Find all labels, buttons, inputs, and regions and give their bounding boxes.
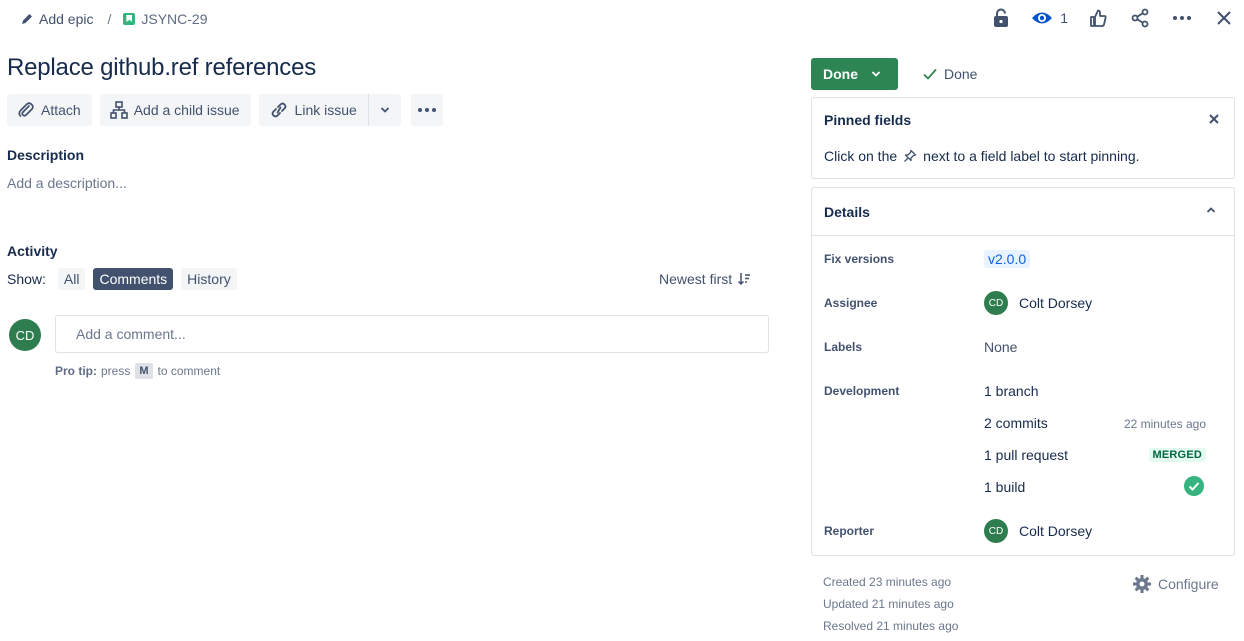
dev-branch-link[interactable]: 1 branch <box>984 383 1038 399</box>
eye-icon <box>1032 12 1053 24</box>
labels-label: Labels <box>824 340 863 354</box>
pro-tip-label: Pro tip: <box>55 364 97 378</box>
issue-toolbar: Attach Add a child issue Link issue <box>7 94 451 126</box>
sort-order-button[interactable]: Newest first <box>659 271 751 287</box>
thumbs-up-icon[interactable] <box>1086 6 1110 30</box>
configure-label: Configure <box>1158 576 1219 592</box>
success-check-icon <box>1184 476 1204 496</box>
configure-button[interactable]: Configure <box>1132 574 1219 594</box>
dev-build-link[interactable]: 1 build <box>984 479 1025 495</box>
issue-actions: 1 <box>971 6 1236 30</box>
link-icon <box>271 102 286 118</box>
hierarchy-icon <box>109 101 128 119</box>
description-field[interactable]: Add a description... <box>7 175 127 191</box>
pinned-hint: Click on the next to a field label to st… <box>824 148 1140 164</box>
chevron-up-icon <box>1206 207 1216 213</box>
chevron-down-icon <box>380 107 389 113</box>
show-label: Show: <box>7 271 46 287</box>
paperclip-icon <box>18 102 34 117</box>
description-heading: Description <box>7 147 85 163</box>
commits-timestamp: 22 minutes ago <box>1123 417 1206 431</box>
avatar: CD <box>9 319 41 351</box>
reporter-label: Reporter <box>824 524 875 538</box>
assignee-name: Colt Dorsey <box>1019 295 1093 311</box>
fix-versions-value[interactable]: v2.0.0 <box>984 250 1031 268</box>
more-icon[interactable] <box>1170 6 1194 30</box>
add-epic-link[interactable]: Add epic <box>39 11 93 27</box>
details-heading: Details <box>824 204 870 220</box>
story-icon <box>123 13 136 25</box>
pro-tip: Pro tip: press M to comment <box>55 363 220 379</box>
labels-value[interactable]: None <box>984 339 1017 355</box>
development-label: Development <box>824 384 900 398</box>
link-issue-dropdown[interactable] <box>367 94 401 126</box>
status-label: Done <box>823 66 858 82</box>
shortcut-key: M <box>135 363 153 379</box>
reporter-value[interactable]: CD Colt Dorsey <box>984 519 1092 543</box>
add-child-issue-button[interactable]: Add a child issue <box>99 94 251 126</box>
check-icon <box>923 68 937 80</box>
dev-commits-link[interactable]: 2 commits <box>984 415 1048 431</box>
sort-icon <box>738 273 751 286</box>
pinned-text-post: next to a field label to start pinning. <box>923 148 1140 164</box>
resolution: Done <box>922 66 977 82</box>
filter-comments[interactable]: Comments <box>93 268 174 290</box>
details-panel: Details Fix versions v2.0.0 Assignee CD … <box>811 187 1235 556</box>
more-icon <box>417 108 436 112</box>
activity-filter: Show: All Comments History <box>7 268 245 290</box>
gear-icon <box>1133 575 1151 593</box>
pinned-text-pre: Click on the <box>824 148 898 164</box>
close-icon[interactable] <box>1208 113 1220 125</box>
version-lozenge[interactable]: v2.0.0 <box>984 250 1031 268</box>
pinned-heading: Pinned fields <box>824 112 912 128</box>
issue-title[interactable]: Replace github.ref references <box>7 54 316 82</box>
merged-badge: MERGED <box>1148 448 1206 462</box>
link-issue-label: Link issue <box>294 102 357 118</box>
watch-button[interactable]: 1 <box>1031 10 1068 26</box>
status-button[interactable]: Done <box>811 58 898 90</box>
reporter-name: Colt Dorsey <box>1019 523 1093 539</box>
assignee-value[interactable]: CD Colt Dorsey <box>984 291 1092 315</box>
resolved-timestamp: Resolved 21 minutes ago <box>823 619 959 633</box>
assignee-label: Assignee <box>824 296 878 310</box>
comment-input[interactable]: Add a comment... <box>55 315 769 353</box>
filter-all[interactable]: All <box>57 268 86 290</box>
lock-icon[interactable] <box>989 6 1013 30</box>
pencil-icon <box>22 14 32 24</box>
chevron-down-icon <box>871 71 881 77</box>
share-icon[interactable] <box>1128 6 1152 30</box>
filter-history[interactable]: History <box>181 268 237 290</box>
issue-key-link[interactable]: JSYNC-29 <box>141 11 207 27</box>
sort-label: Newest first <box>659 271 733 287</box>
activity-heading: Activity <box>7 243 58 259</box>
fix-versions-label: Fix versions <box>824 252 895 266</box>
attach-button[interactable]: Attach <box>7 94 92 126</box>
pinned-fields-panel: Pinned fields Click on the next to a fie… <box>811 97 1235 179</box>
pro-tip-pre: press <box>101 364 131 378</box>
add-child-label: Add a child issue <box>133 102 240 118</box>
avatar: CD <box>984 291 1008 315</box>
resolution-label: Done <box>944 66 978 82</box>
pin-icon <box>904 149 917 162</box>
created-timestamp: Created 23 minutes ago <box>823 575 952 589</box>
attach-label: Attach <box>41 102 81 118</box>
link-issue-button[interactable]: Link issue <box>258 94 368 126</box>
updated-timestamp: Updated 21 minutes ago <box>823 597 954 611</box>
breadcrumb-separator: / <box>107 11 112 27</box>
toolbar-more-button[interactable] <box>410 94 443 126</box>
watch-count: 1 <box>1060 10 1068 26</box>
close-icon[interactable] <box>1212 6 1236 30</box>
breadcrumb: Add epic / JSYNC-29 <box>20 9 208 29</box>
details-header[interactable]: Details <box>812 188 1234 236</box>
pro-tip-post: to comment <box>157 364 221 378</box>
dev-pull-request-link[interactable]: 1 pull request <box>984 447 1068 463</box>
avatar: CD <box>984 519 1008 543</box>
